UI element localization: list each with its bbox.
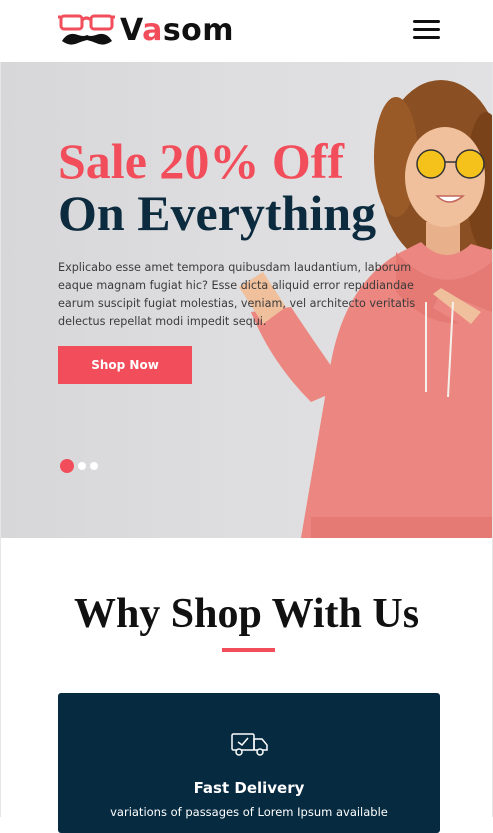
feature-card-fast-delivery: Fast Delivery variations of passages of … [58,693,440,833]
title-underline [222,648,275,652]
delivery-truck-icon [230,731,270,764]
site-header: Vasom [0,0,493,62]
slider-dot-3[interactable] [90,462,98,470]
slider-dot-1[interactable] [60,459,74,473]
glasses-mustache-icon [58,11,116,49]
hamburger-menu-icon[interactable] [413,20,440,40]
slider-dot-2[interactable] [78,462,86,470]
feature-title: Fast Delivery [193,779,305,797]
brand-name: Vasom [120,12,235,48]
slider-dots [60,459,102,473]
hero-title-everything: On Everything [58,185,377,241]
shop-now-button[interactable]: Shop Now [58,346,192,384]
brand-logo[interactable]: Vasom [58,10,234,50]
why-shop-title: Why Shop With Us [73,591,420,637]
hero-banner: Sale 20% Off On Everything Explicabo ess… [1,62,492,538]
hero-description: Explicabo esse amet tempora quibusdam la… [58,261,416,329]
hero-title-sale: Sale 20% Off [58,133,345,189]
